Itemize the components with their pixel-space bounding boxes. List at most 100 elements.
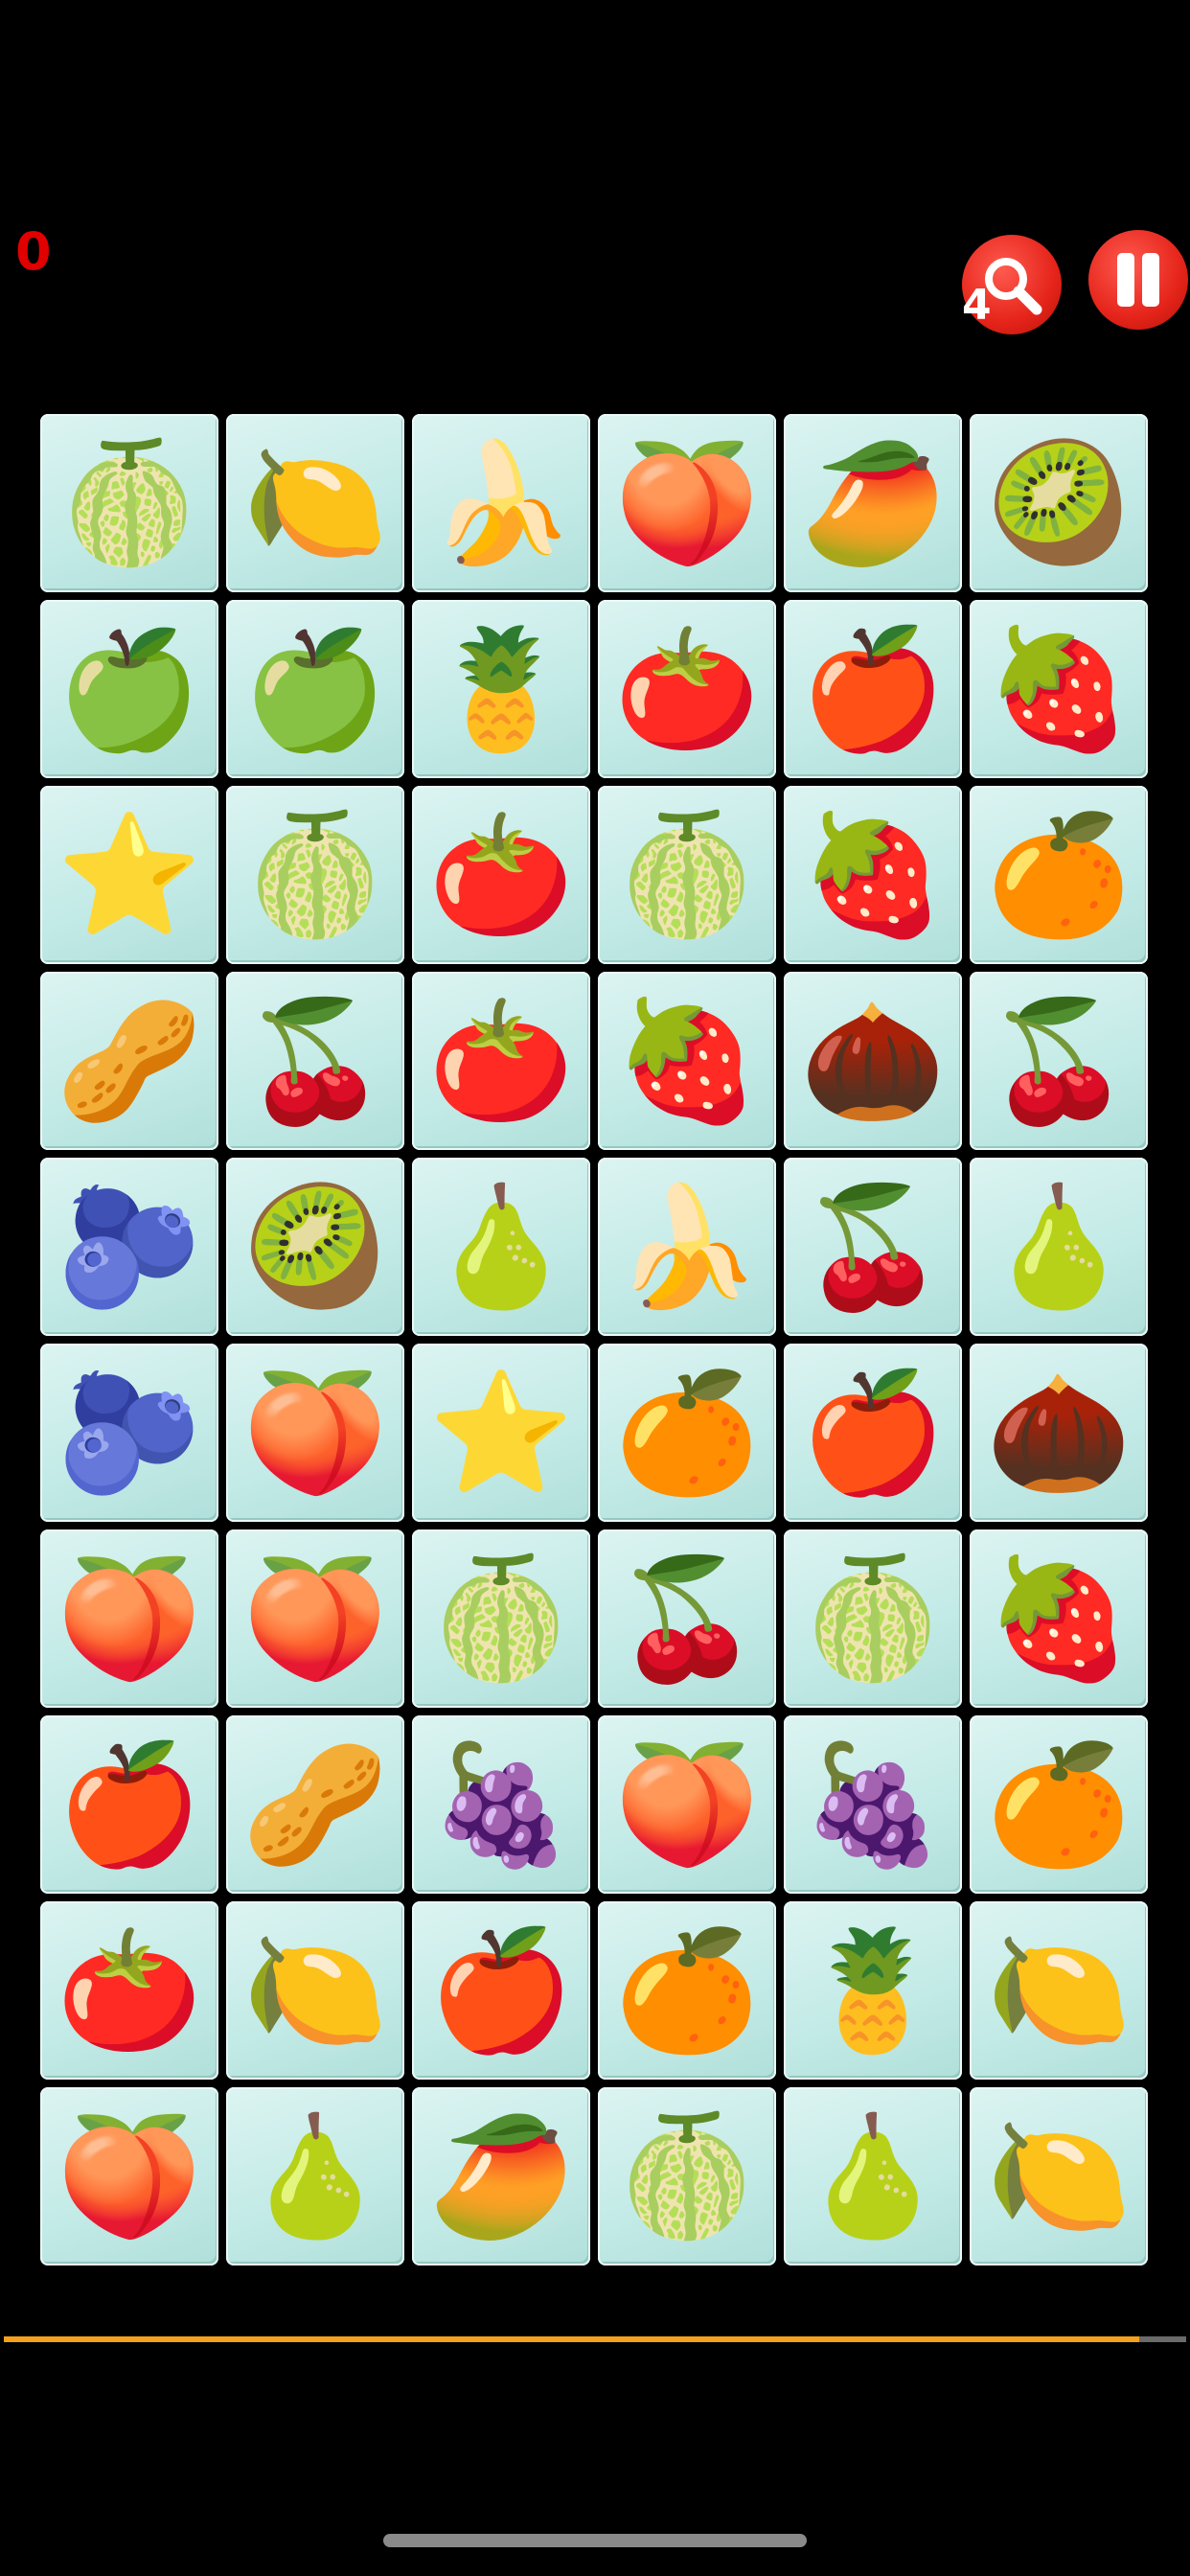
rambutan-icon: 🍒	[800, 1179, 946, 1315]
tile-tomato[interactable]: 🍅	[40, 1901, 218, 2080]
tile-dragon-fruit[interactable]: 🍓	[784, 786, 962, 964]
walnut-icon: 🌰	[986, 1365, 1132, 1501]
tile-blueberry[interactable]: 🫐	[40, 1344, 218, 1522]
green-apple-icon: 🍏	[242, 621, 388, 757]
pear-icon: 🍐	[986, 1179, 1132, 1315]
score-counter: 0	[15, 221, 52, 282]
orange-icon: 🍊	[614, 1922, 760, 2058]
tile-rambutan[interactable]: 🍒	[784, 1158, 962, 1336]
tile-pineapple[interactable]: 🍍	[784, 1901, 962, 2080]
tile-pear[interactable]: 🍐	[784, 2087, 962, 2266]
banana-icon: 🍌	[614, 1179, 760, 1315]
tile-apple[interactable]: 🍎	[40, 1715, 218, 1894]
tile-peach[interactable]: 🍑	[226, 1344, 404, 1522]
tile-melon[interactable]: 🍈	[598, 2087, 776, 2266]
pineapple-icon: 🍍	[800, 1922, 946, 2058]
plum-icon: 🍑	[614, 435, 760, 571]
cherry-icon: 🍒	[986, 993, 1132, 1129]
lemon-icon: 🍋	[242, 435, 388, 571]
pineapple-icon: 🍍	[428, 621, 574, 757]
apple-icon: 🍎	[57, 1736, 202, 1873]
tile-persimmon[interactable]: 🍊	[598, 1344, 776, 1522]
orange-icon: 🍊	[986, 807, 1132, 943]
tile-cherry[interactable]: 🍒	[970, 972, 1148, 1150]
tile-soursop[interactable]: 🍈	[40, 414, 218, 592]
tile-dragon-fruit[interactable]: 🍓	[970, 600, 1148, 778]
tile-mangosteen[interactable]: 🍇	[784, 1715, 962, 1894]
tile-peach[interactable]: 🍑	[226, 1530, 404, 1708]
tile-melon[interactable]: 🍈	[412, 1530, 590, 1708]
apricot-icon: 🍑	[57, 2108, 202, 2244]
tile-persimmon[interactable]: 🍊	[970, 1715, 1148, 1894]
tile-mango[interactable]: 🥭	[412, 2087, 590, 2266]
tile-tamarillo[interactable]: 🍅	[598, 600, 776, 778]
tile-durian[interactable]: 🍈	[598, 786, 776, 964]
tile-pear[interactable]: 🍐	[970, 1158, 1148, 1336]
tile-pomegranate[interactable]: 🍎	[784, 1344, 962, 1522]
tile-soursop[interactable]: 🍈	[784, 1530, 962, 1708]
dragon-fruit-icon: 🍓	[986, 621, 1132, 757]
lemon-icon: 🍋	[986, 1922, 1132, 2058]
tile-green-apple[interactable]: 🍏	[40, 600, 218, 778]
tile-lime[interactable]: 🍋	[226, 1901, 404, 2080]
star-fruit-icon: ⭐	[57, 807, 202, 943]
tile-quince[interactable]: 🍐	[412, 1158, 590, 1336]
cherry-icon: 🍒	[242, 993, 388, 1129]
tile-lime[interactable]: 🍋	[970, 2087, 1148, 2266]
peach-icon: 🍑	[242, 1551, 388, 1687]
tile-lemon[interactable]: 🍋	[970, 1901, 1148, 2080]
tile-quince[interactable]: 🍐	[226, 2087, 404, 2266]
mango-icon: 🥭	[800, 435, 946, 571]
quince-icon: 🍐	[428, 1179, 574, 1315]
tile-almond[interactable]: 🥜	[226, 1715, 404, 1894]
tile-star-fruit[interactable]: ⭐	[412, 1344, 590, 1522]
tile-walnut[interactable]: 🌰	[970, 1344, 1148, 1522]
tile-strawberry[interactable]: 🍓	[970, 1530, 1148, 1708]
tile-pineapple[interactable]: 🍍	[412, 600, 590, 778]
tile-plum[interactable]: 🍑	[598, 1715, 776, 1894]
tile-green-apple[interactable]: 🍏	[226, 600, 404, 778]
tile-pomegranate[interactable]: 🍎	[412, 1901, 590, 2080]
tile-mango[interactable]: 🥭	[784, 414, 962, 592]
mango-icon: 🥭	[428, 2108, 574, 2244]
kiwi-icon: 🥝	[986, 435, 1132, 571]
tomato-icon: 🍅	[428, 993, 574, 1129]
tile-apricot[interactable]: 🍑	[40, 1530, 218, 1708]
pause-button[interactable]	[1088, 230, 1188, 330]
tile-tamarillo[interactable]: 🍅	[412, 786, 590, 964]
soursop-icon: 🍈	[57, 435, 202, 571]
persimmon-icon: 🍊	[614, 1365, 760, 1501]
tile-plum[interactable]: 🍑	[598, 414, 776, 592]
tile-star-fruit[interactable]: ⭐	[40, 786, 218, 964]
tile-tomato[interactable]: 🍅	[412, 972, 590, 1150]
tile-apricot[interactable]: 🍑	[40, 2087, 218, 2266]
hint-button[interactable]: 4	[962, 235, 1062, 334]
tile-kiwi[interactable]: 🥝	[970, 414, 1148, 592]
tile-cherry[interactable]: 🍒	[226, 972, 404, 1150]
tile-almond[interactable]: 🥜	[40, 972, 218, 1150]
tile-board: 🍈 🍋 🍌 🍑 🥭 🥝 🍏 🍏 🍍 🍅 🍎 🍓 ⭐ 🍈 🍅 🍈 🍓 🍊 🥜 🍒 🍅 🍓 🌰 🍒 🫐 🥝 🍐 🍌 🍒 🍐 🫐 🍑 ⭐ 🍊 🍎 🌰 🍑 🍑 🍈 🍒…	[40, 414, 1150, 2266]
tile-durian[interactable]: 🍈	[226, 786, 404, 964]
tile-mangosteen[interactable]: 🍇	[412, 1715, 590, 1894]
tamarillo-icon: 🍅	[428, 807, 574, 943]
green-apple-icon: 🍏	[57, 621, 202, 757]
tile-orange[interactable]: 🍊	[598, 1901, 776, 2080]
tile-banana[interactable]: 🍌	[412, 414, 590, 592]
pomegranate-icon: 🍎	[800, 1365, 946, 1501]
tile-rambutan[interactable]: 🍒	[598, 1530, 776, 1708]
mangosteen-icon: 🍇	[800, 1736, 946, 1873]
tile-banana[interactable]: 🍌	[598, 1158, 776, 1336]
tile-walnut[interactable]: 🌰	[784, 972, 962, 1150]
lime-icon: 🍋	[986, 2108, 1132, 2244]
tile-apple[interactable]: 🍎	[784, 600, 962, 778]
quince-icon: 🍐	[242, 2108, 388, 2244]
tile-strawberry[interactable]: 🍓	[598, 972, 776, 1150]
plum-icon: 🍑	[614, 1736, 760, 1873]
lime-icon: 🍋	[242, 1922, 388, 2058]
tile-kiwi[interactable]: 🥝	[226, 1158, 404, 1336]
tile-lemon[interactable]: 🍋	[226, 414, 404, 592]
home-indicator[interactable]	[383, 2534, 807, 2547]
tile-orange[interactable]: 🍊	[970, 786, 1148, 964]
almond-icon: 🥜	[242, 1736, 388, 1873]
tile-blueberry[interactable]: 🫐	[40, 1158, 218, 1336]
